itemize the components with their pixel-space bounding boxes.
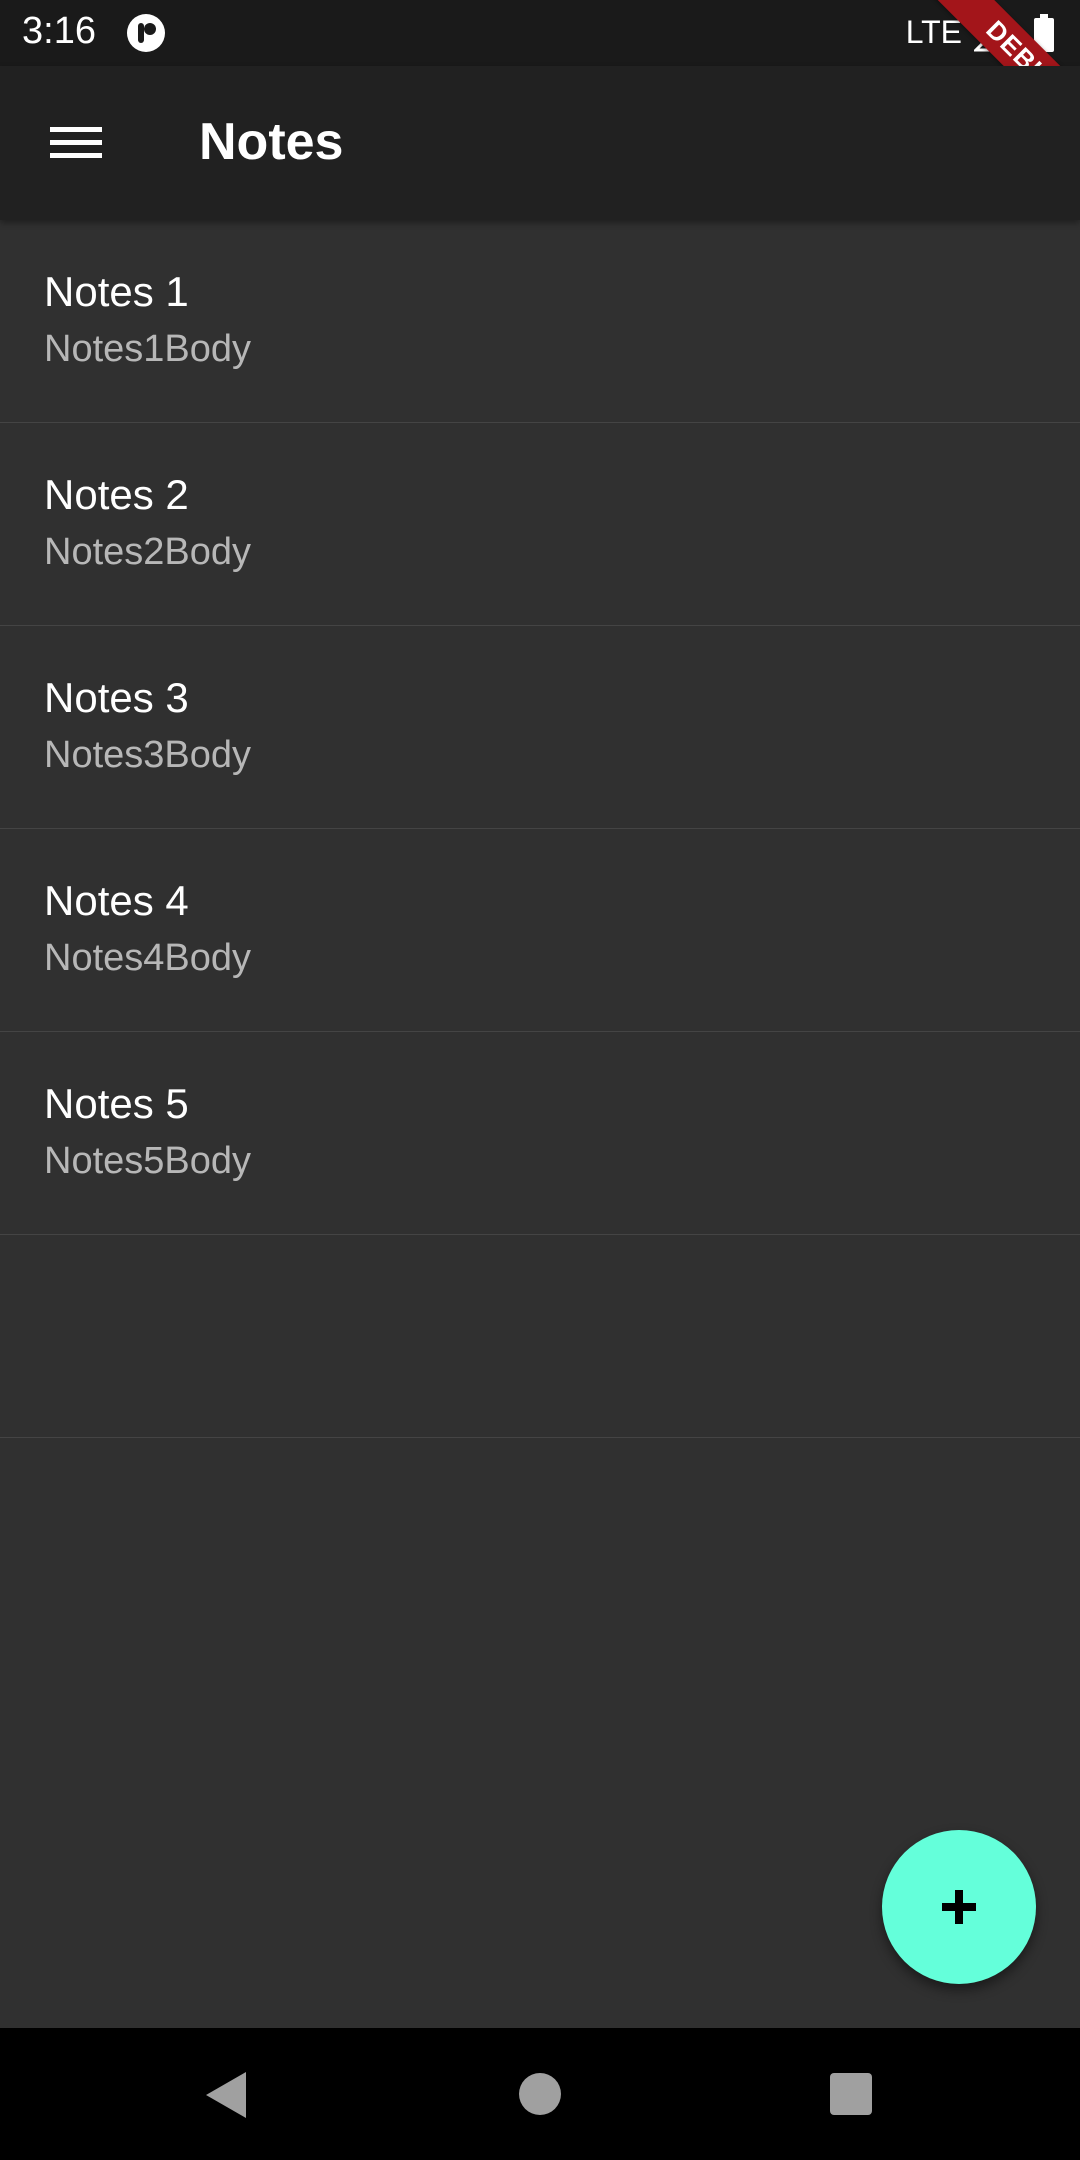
note-body: Notes1Body (44, 328, 252, 370)
app-bar: Notes (0, 66, 1080, 220)
note-title: Notes 4 (44, 877, 189, 924)
status-time: 3:16 (22, 10, 96, 52)
note-title: Notes 3 (44, 674, 189, 721)
note-list-item[interactable]: Notes 5 Notes5Body (0, 1032, 1080, 1235)
note-title: Notes 2 (44, 471, 189, 518)
page-title: Notes (199, 113, 344, 171)
note-list-item[interactable]: Notes 1 Notes1Body (0, 220, 1080, 423)
recents-icon[interactable] (829, 2072, 873, 2121)
note-list-item[interactable]: Notes 3 Notes3Body (0, 626, 1080, 829)
network-type-label: LTE (905, 14, 962, 50)
empty-list-item (0, 1235, 1080, 1438)
system-navigation-bar (0, 2028, 1080, 2160)
home-icon[interactable] (518, 2072, 562, 2121)
note-body: Notes4Body (44, 937, 252, 979)
note-title: Notes 5 (44, 1080, 189, 1127)
note-body: Notes3Body (44, 734, 252, 776)
note-list-item[interactable]: Notes 4 Notes4Body (0, 829, 1080, 1032)
note-list-item[interactable]: Notes 2 Notes2Body (0, 423, 1080, 626)
note-body: Notes2Body (44, 531, 252, 573)
add-icon (942, 1890, 976, 1924)
status-bar: 3:16 LTE (0, 0, 1080, 66)
notes-list: Notes 1 Notes1Body Notes 2 Notes2Body No… (0, 220, 1080, 1438)
app-notification-icon (127, 14, 165, 52)
signal-icon (972, 14, 1010, 57)
back-icon[interactable] (204, 2070, 248, 2125)
add-note-button[interactable] (882, 1830, 1036, 1984)
note-title: Notes 1 (44, 268, 189, 315)
battery-icon (1032, 14, 1056, 59)
menu-button[interactable] (32, 103, 122, 183)
menu-icon (50, 127, 102, 158)
note-body: Notes5Body (44, 1140, 252, 1182)
